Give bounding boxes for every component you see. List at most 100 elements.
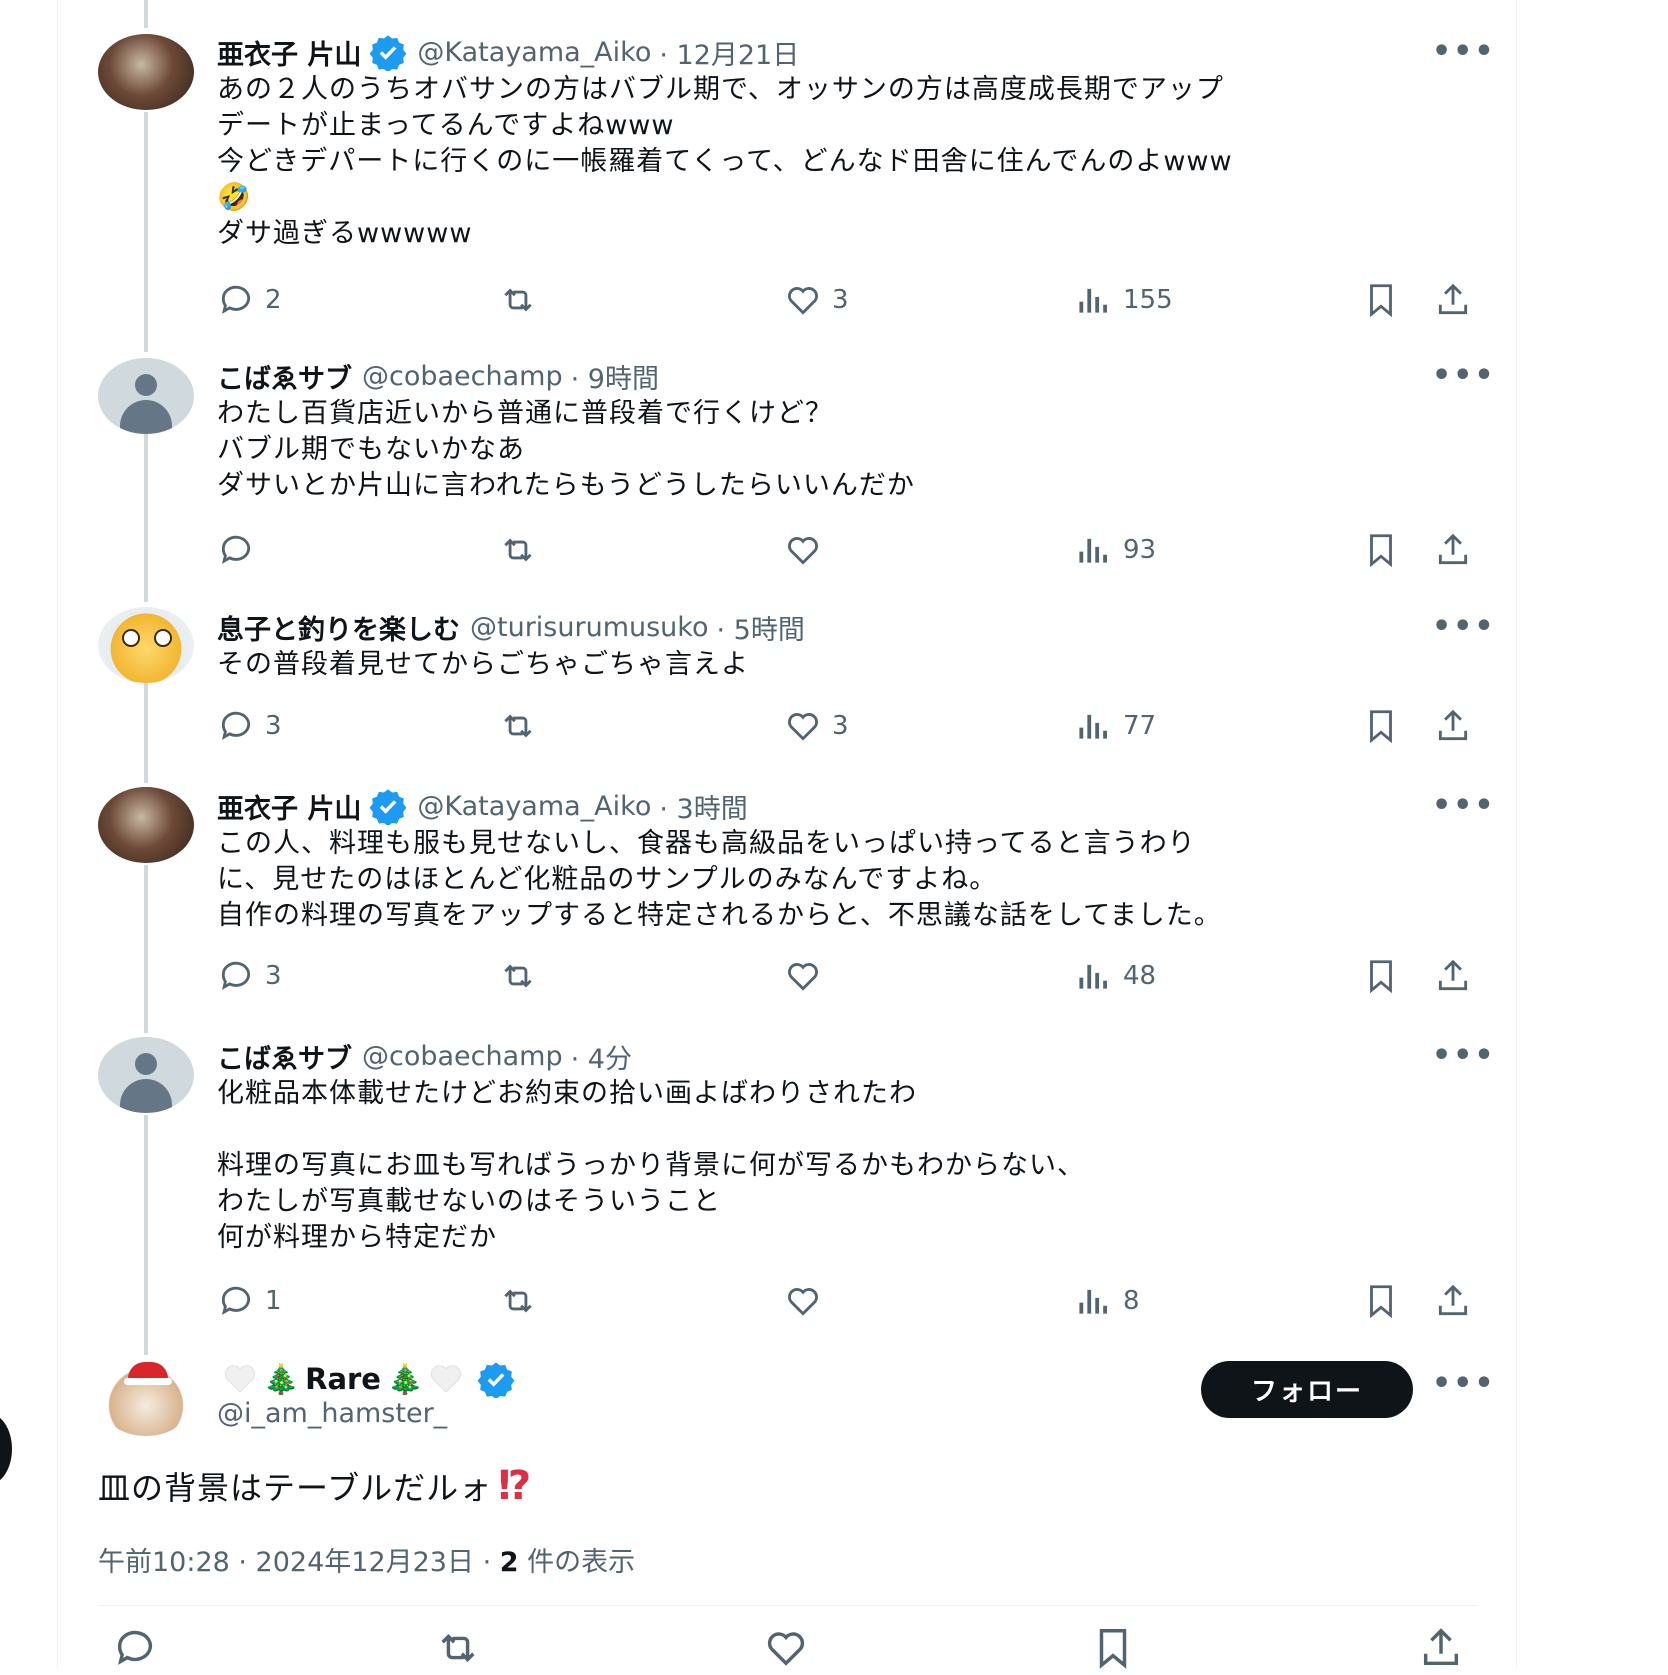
reply-icon — [221, 711, 251, 740]
views-button[interactable]: 48 — [1075, 956, 1156, 996]
retweet-icon — [504, 1289, 532, 1313]
verified-badge-icon — [370, 789, 407, 825]
thread-line — [144, 683, 148, 783]
retweet-button[interactable] — [499, 956, 547, 996]
timestamp[interactable]: 午前10:28 · 2024年12月23日 · — [98, 1547, 500, 1578]
user-handle[interactable]: @cobaechamp — [362, 1041, 563, 1072]
views-button[interactable]: 77 — [1075, 706, 1156, 746]
retweet-button[interactable] — [499, 280, 547, 320]
user-handle[interactable]: @Katayama_Aiko — [417, 791, 651, 822]
user-handle[interactable]: @cobaechamp — [362, 361, 563, 392]
display-name[interactable]: 亜衣子 片山 — [217, 33, 361, 72]
view-count: 2 — [499, 1547, 519, 1578]
bookmark-button[interactable] — [1362, 706, 1400, 746]
tweet-text-line: 🤣 — [217, 182, 252, 213]
reply-count: 3 — [265, 711, 282, 741]
more-icon[interactable]: ••• — [1432, 788, 1496, 823]
share-button[interactable] — [1434, 956, 1472, 996]
share-button[interactable] — [1434, 1281, 1472, 1321]
share-button[interactable] — [1434, 530, 1472, 570]
bookmark-button[interactable] — [1362, 530, 1400, 570]
avatar[interactable] — [98, 358, 194, 434]
avatar[interactable] — [98, 1360, 194, 1436]
more-icon[interactable]: ••• — [1432, 609, 1496, 644]
tweet-time[interactable]: · 9時間 — [571, 357, 659, 396]
views-button[interactable]: 155 — [1075, 280, 1173, 320]
like-button[interactable] — [784, 956, 832, 996]
share-button[interactable] — [1434, 280, 1472, 320]
main-tweet-username[interactable]: 🎄 Rare 🎄 — [217, 1360, 515, 1398]
reply-count: 3 — [265, 961, 282, 991]
display-name[interactable]: 息子と釣りを楽しむ — [217, 608, 460, 647]
like-button[interactable]: 3 — [784, 280, 849, 320]
like-icon — [788, 1288, 818, 1316]
column-border-left — [57, 0, 58, 1668]
tweet-header: こばゑサブ @cobaechamp · 4分 — [217, 1036, 632, 1076]
retweet-icon — [504, 714, 532, 738]
like-count: 3 — [832, 285, 849, 315]
avatar[interactable] — [98, 1037, 194, 1113]
bookmark-button[interactable] — [1362, 1281, 1400, 1321]
views-icon — [1079, 1289, 1107, 1314]
thread-line — [144, 112, 148, 352]
thread-line — [144, 1115, 148, 1355]
views-button[interactable]: 8 — [1075, 1281, 1140, 1321]
display-name[interactable]: こばゑサブ — [217, 1037, 352, 1076]
user-handle[interactable]: @Katayama_Aiko — [417, 37, 651, 68]
more-icon[interactable]: ••• — [1432, 1038, 1496, 1073]
display-name[interactable]: こばゑサブ — [217, 357, 352, 396]
retweet-button[interactable] — [435, 1625, 481, 1669]
tweet-text-line: バブル期でもないかなあ — [217, 434, 525, 465]
like-button[interactable] — [784, 530, 832, 570]
tweet-time[interactable]: · 12月21日 — [659, 33, 799, 72]
more-icon[interactable]: ••• — [1432, 34, 1496, 69]
display-name[interactable]: 亜衣子 片山 — [217, 787, 361, 826]
retweet-icon — [504, 538, 532, 562]
bookmark-button[interactable] — [1090, 1625, 1136, 1669]
avatar[interactable] — [98, 607, 194, 683]
views-count: 155 — [1123, 285, 1173, 315]
reply-button[interactable]: 3 — [217, 706, 282, 746]
reply-button[interactable] — [112, 1625, 158, 1669]
reply-button[interactable]: 3 — [217, 956, 282, 996]
bookmark-button[interactable] — [1362, 956, 1400, 996]
avatar[interactable] — [98, 787, 194, 863]
tweet-text-line: わたしが写真載せないのはそういうこと — [217, 1186, 721, 1217]
avatar[interactable] — [98, 34, 194, 110]
like-button[interactable]: 3 — [784, 706, 849, 746]
like-icon — [788, 287, 818, 315]
tweet-text-line: この人、料理も服も見せないし、食器も高級品をいっぱい持ってると言うわり — [217, 828, 1196, 859]
bookmark-button[interactable] — [1362, 280, 1400, 320]
main-tweet-handle[interactable]: @i_am_hamster_ — [217, 1398, 447, 1429]
retweet-button[interactable] — [499, 1281, 547, 1321]
reply-button[interactable]: 2 — [217, 280, 282, 320]
like-button[interactable] — [763, 1625, 809, 1669]
share-icon — [1438, 959, 1468, 991]
user-handle[interactable]: @turisurumusuko — [470, 612, 708, 643]
share-button[interactable] — [1434, 706, 1472, 746]
white-heart-icon — [430, 1365, 462, 1393]
views-button[interactable]: 93 — [1075, 530, 1156, 570]
reply-button[interactable]: 1 — [217, 1281, 282, 1321]
view-label: 件の表示 — [518, 1547, 636, 1578]
views-count: 77 — [1123, 711, 1157, 741]
tree-emoji: 🎄 — [263, 1361, 300, 1396]
tweet-text-line: 料理の写真にお皿も写ればうっかり背景に何が写るかもわからない、 — [217, 1150, 1085, 1181]
retweet-button[interactable] — [499, 706, 547, 746]
tweet-time[interactable]: · 5時間 — [716, 608, 804, 647]
more-icon[interactable]: ••• — [1432, 1366, 1496, 1401]
retweet-button[interactable] — [499, 530, 547, 570]
side-nav-button[interactable] — [0, 1413, 12, 1485]
more-icon[interactable]: ••• — [1432, 358, 1496, 393]
tweet-time[interactable]: · 4分 — [571, 1037, 632, 1076]
tweet-text: 化粧品本体載せたけどお約束の拾い画よばわりされたわ 料理の写真にお皿も写ればうっか… — [217, 1076, 1477, 1256]
exclamation-question-emoji: ⁉ — [498, 1463, 533, 1509]
like-button[interactable] — [784, 1281, 832, 1321]
follow-button[interactable]: フォロー — [1201, 1361, 1413, 1418]
tweet-time[interactable]: · 3時間 — [659, 787, 747, 826]
share-button[interactable] — [1418, 1625, 1464, 1669]
tweet-text-line: デートが止まってるんですよねwww — [217, 110, 675, 141]
bookmark-icon — [1099, 1629, 1127, 1669]
retweet-icon — [504, 964, 532, 988]
reply-button[interactable] — [217, 530, 265, 570]
